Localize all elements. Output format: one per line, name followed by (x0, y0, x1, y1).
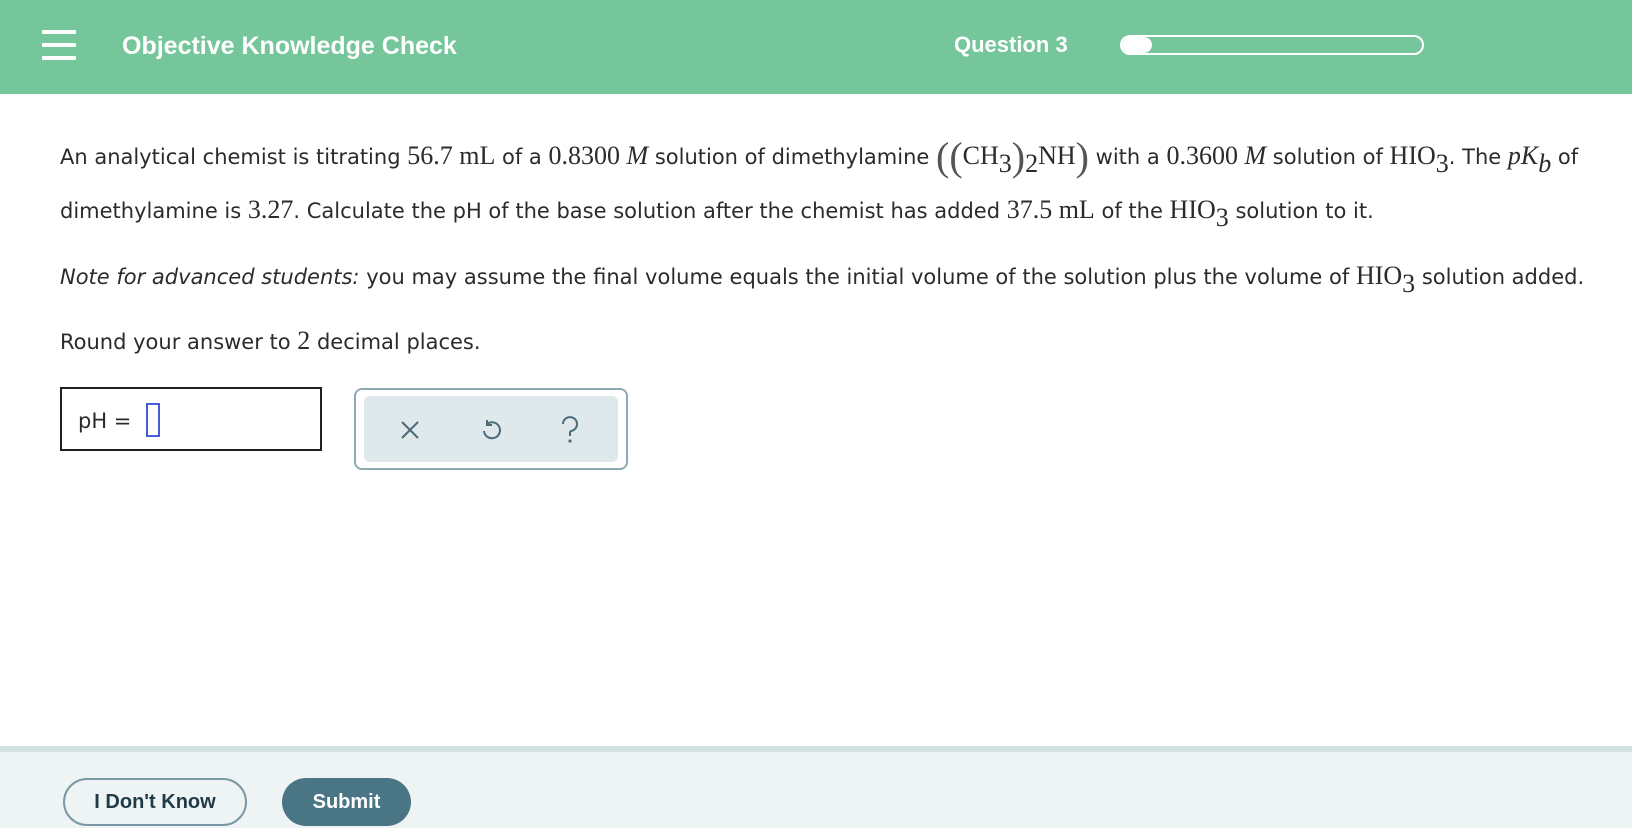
answer-tools-panel (354, 388, 628, 470)
question-paragraph-1: An analytical chemist is titrating 56.7 … (60, 134, 1579, 179)
undo-icon (483, 420, 501, 440)
formula-text: HIO (1389, 141, 1436, 170)
help-button[interactable] (550, 410, 590, 450)
question-text: Round your answer to (60, 330, 298, 354)
question-text: dimethylamine is (60, 199, 248, 223)
top-bar: Objective Knowledge Check Question 3 (0, 0, 1632, 94)
question-text: with a (1088, 145, 1167, 169)
question-text: solution added. (1415, 265, 1585, 289)
clear-button[interactable] (390, 410, 430, 450)
question-text: you may assume the final volume equals t… (359, 265, 1356, 289)
help-icon (562, 416, 578, 443)
formula-text: NH (1038, 141, 1076, 170)
answer-area: pH = (60, 387, 322, 451)
note-label: Note for advanced students: (60, 265, 360, 289)
molarity-unit: M (1244, 141, 1267, 170)
volume-value: 56.7 mL (407, 141, 496, 170)
decimal-places-value: 2 (297, 326, 311, 355)
concentration-value: 0.8300 (548, 141, 620, 170)
formula-text: HIO (1355, 261, 1403, 290)
question-text: solution to it. (1228, 199, 1374, 223)
question-text: of (1551, 145, 1579, 169)
rounding-instruction: Round your answer to 2 decimal places. (60, 327, 481, 356)
ph-answer-input[interactable] (146, 403, 160, 437)
page-title: Objective Knowledge Check (122, 32, 457, 60)
pkb-p: p (1507, 141, 1521, 170)
pkb-value: 3.27 (247, 195, 294, 224)
question-number: Question 3 (954, 32, 1068, 57)
x-icon (401, 421, 419, 439)
molarity-unit: M (626, 141, 649, 170)
question-text: An analytical chemist is titrating (60, 145, 408, 169)
formula-subscript: 3 (1435, 149, 1449, 178)
question-text: solution of (1266, 145, 1390, 169)
formula-subscript: 3 (998, 149, 1012, 178)
ph-label: pH = (78, 409, 132, 433)
submit-button[interactable]: Submit (282, 778, 411, 826)
progress-bar (1120, 35, 1424, 55)
question-text: of the (1094, 199, 1170, 223)
question-text: . Calculate the pH of the base solution … (293, 199, 1007, 223)
question-note: Note for advanced students: you may assu… (60, 261, 1585, 297)
titrant-concentration-value: 0.3600 (1166, 141, 1238, 170)
formula-text: CH (962, 141, 999, 170)
formula-subscript: 3 (1215, 203, 1229, 232)
formula-text: HIO (1169, 195, 1216, 224)
formula-subscript: 3 (1402, 269, 1416, 298)
question-text: . The (1448, 145, 1508, 169)
undo-button[interactable] (471, 410, 511, 450)
footer-bar: I Don't Know Submit (0, 746, 1632, 828)
progress-bar-fill (1122, 37, 1152, 53)
pkb-subscript: b (1538, 149, 1552, 178)
added-volume-value: 37.5 mL (1006, 195, 1095, 224)
question-paragraph-1-cont: dimethylamine is 3.27. Calculate the pH … (60, 195, 1374, 231)
question-text: solution of dimethylamine (648, 145, 936, 169)
dont-know-button[interactable]: I Don't Know (63, 778, 247, 826)
pkb-k: K (1520, 141, 1539, 170)
hamburger-menu-icon[interactable] (42, 30, 78, 62)
answer-tools-inner (364, 396, 618, 462)
formula-subscript: 2 (1025, 149, 1039, 178)
question-text: of a (495, 145, 549, 169)
question-text: decimal places. (310, 330, 481, 354)
